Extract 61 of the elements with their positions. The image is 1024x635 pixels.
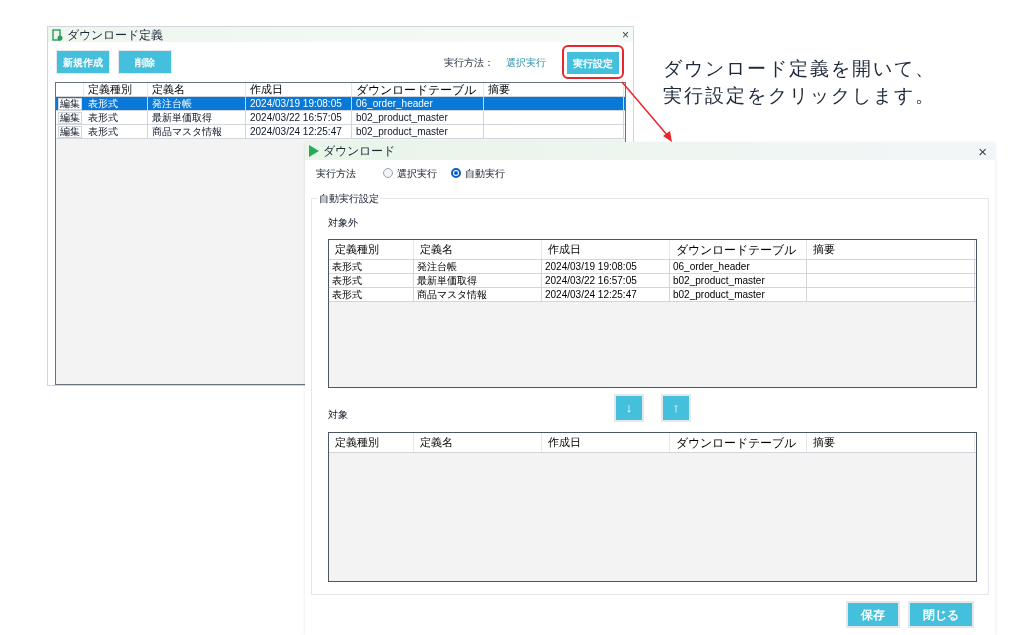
window-title: ダウンロード [323,143,396,160]
table-cell: b02_product_master [673,275,765,286]
table-cell: 06_order_header [673,261,750,272]
table-cell: b02_product_master [673,289,765,300]
column-header: 定義名 [420,242,453,258]
column-header: 定義種別 [335,435,379,451]
column-header: 作成日 [548,435,581,451]
section-label: 対象外 [328,215,358,230]
column-header: 定義名 [152,84,185,95]
table-cell: 商品マスタ情報 [152,126,222,137]
table-cell: 表形式 [88,112,118,123]
table-cell: b02_product_master [356,126,448,137]
group-title: 自動実行設定 [318,191,380,206]
column-header: 定義名 [420,435,453,451]
table-cell: 発注台帳 [152,98,192,109]
edit-button[interactable]: 編集 [58,97,82,110]
section-label: 対象 [328,408,348,422]
radio-button[interactable]: 自動実行 [451,165,505,181]
table-cell: 2024/03/22 16:57:05 [545,275,637,286]
column-header: ダウンロードテーブル [676,241,796,259]
close-button[interactable]: × [622,28,629,41]
annotation-text: ダウンロード定義を開いて、 [663,57,936,81]
document-icon [52,28,63,41]
table-cell: 表形式 [332,261,362,272]
table-row[interactable]: 編集 表形式 発注台帳 2024/03/19 19:08:05 06_order_header [56,97,625,111]
table-cell: 最新単価取得 [152,112,212,123]
window-title: ダウンロード定義 [67,28,164,41]
column-header: 摘要 [488,84,510,95]
annotation-text: 実行設定をクリックします。 [663,84,936,108]
table-cell: 2024/03/24 12:25:47 [545,289,637,300]
radio-button[interactable]: 選択実行 [383,165,437,181]
mode-label: 実行方法： [444,55,494,70]
column-header: 作成日 [250,84,283,95]
table-cell: 2024/03/19 19:08:05 [545,261,637,272]
table-cell: 表形式 [88,98,118,109]
column-header: 摘要 [813,242,835,258]
table-cell: 2024/03/19 19:08:05 [250,98,342,109]
table-row[interactable]: 編集 表形式 最新単価取得 2024/03/22 16:57:05 b02_product_master [56,111,625,125]
table-cell: 商品マスタ情報 [417,289,487,300]
column-header: ダウンロードテーブル [676,434,796,452]
table-cell: 06_order_header [356,98,433,109]
mode-value: 選択実行 [506,55,546,70]
play-icon [309,145,319,157]
column-header: 摘要 [813,435,835,451]
column-header: 作成日 [548,242,581,258]
close-button[interactable]: × [978,143,987,159]
column-header: 定義種別 [88,84,132,95]
table-cell: 2024/03/24 12:25:47 [250,126,342,137]
table-cell: 2024/03/22 16:57:05 [250,112,342,123]
column-header: ダウンロードテーブル [356,83,476,96]
table-cell: 最新単価取得 [417,275,477,286]
table-cell: 発注台帳 [417,261,457,272]
edit-button[interactable]: 編集 [58,125,82,138]
field-label: 実行方法 [316,166,357,181]
table-row[interactable]: 編集 表形式 商品マスタ情報 2024/03/24 12:25:47 b02_product_master [56,125,625,139]
column-header: 定義種別 [335,242,379,258]
table-cell: 表形式 [332,275,362,286]
table-cell: 表形式 [88,126,118,137]
edit-button[interactable]: 編集 [58,111,82,124]
table-cell: b02_product_master [356,112,448,123]
table-cell: 表形式 [332,289,362,300]
